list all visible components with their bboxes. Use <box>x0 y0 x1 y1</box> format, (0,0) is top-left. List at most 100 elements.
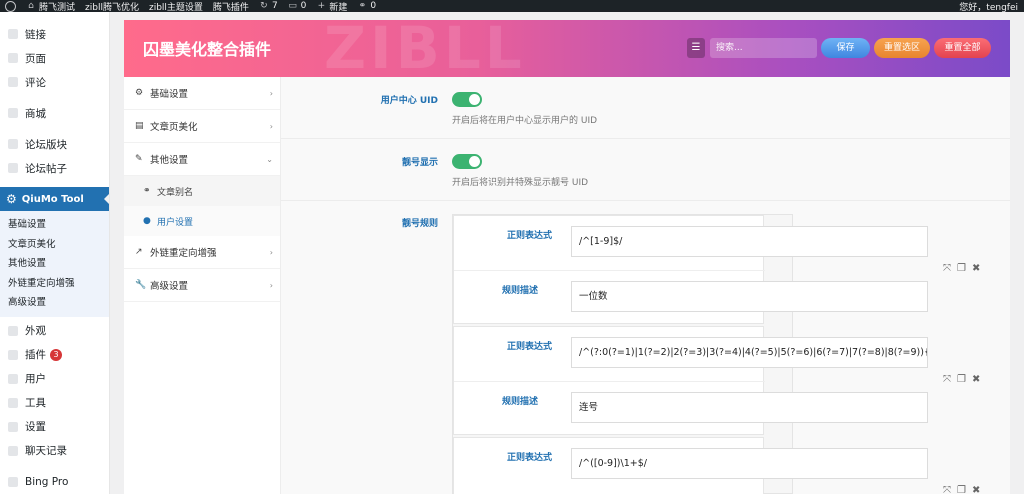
nav-item-article[interactable]: ▤ 文章页美化 › <box>124 110 280 143</box>
sidebar-item-plugins[interactable]: 插件 3 <box>0 343 109 367</box>
wrench-icon <box>8 397 18 408</box>
sidebar-item-qiumo-tool[interactable]: ⚙ QiuMo Tool <box>0 187 109 211</box>
nav-sub-item-user[interactable]: ● 用户设置 <box>124 206 280 236</box>
comment-icon: ▭ <box>288 0 297 11</box>
submenu-item-basic[interactable]: 基础设置 <box>0 215 109 235</box>
sidebar-item-pages[interactable]: 页面 <box>0 46 109 70</box>
file-icon: ▤ <box>135 121 144 131</box>
adminbar-link-optimize[interactable]: zibll腾飞优化 <box>80 0 144 13</box>
refresh-icon: ↻ <box>260 0 268 11</box>
nav-item-other[interactable]: ✎ 其他设置 ⌄ <box>124 143 280 176</box>
desc-input[interactable]: 一位数 <box>571 281 928 312</box>
close-icon[interactable]: ✖ <box>972 263 980 274</box>
nav-sub-item-slug[interactable]: ⚭ 文章别名 <box>124 176 280 206</box>
sidebar-item-settings[interactable]: 设置 <box>0 415 109 439</box>
sidebar-item-tools[interactable]: 工具 <box>0 391 109 415</box>
close-icon[interactable]: ✖ <box>972 374 980 385</box>
field-description: 开启后将在用户中心显示用户的 UID <box>452 116 598 126</box>
submenu-item-redirect[interactable]: 外链重定向增强 <box>0 274 109 294</box>
save-button[interactable]: 保存 <box>821 38 870 58</box>
sidebar-item-forum-posts[interactable]: 论坛帖子 <box>0 156 109 180</box>
nice-number-toggle[interactable] <box>452 154 482 169</box>
rules-repeater: 正则表达式 /^[1-9]$/ 规则描述 一位数 正则表达式 /^(?:0(?=… <box>452 214 980 494</box>
external-icon: ↗ <box>135 247 143 257</box>
new-content-link[interactable]: + 新建 <box>311 0 352 13</box>
copy-icon[interactable]: ❐ <box>957 485 966 494</box>
sidebar-item-shop[interactable]: 商城 <box>0 101 109 125</box>
submenu-item-other[interactable]: 其他设置 <box>0 254 109 274</box>
sidebar-item-users[interactable]: 用户 <box>0 367 109 391</box>
regex-input[interactable]: /^(?:0(?=1)|1(?=2)|2(?=3)|3(?=4)|4(?=5)|… <box>571 337 928 368</box>
plus-icon: + <box>317 0 326 11</box>
settings-nav: ⚙ 基础设置 › ▤ 文章页美化 › ✎ 其他设置 ⌄ ⚭ 文章别名 ● 用户设置 ↗ 外链重定向… <box>124 77 281 494</box>
desc-input[interactable]: 连号 <box>571 392 928 423</box>
adminbar-link-theme-settings[interactable]: zibll主题设置 <box>144 0 208 13</box>
user-greeting[interactable]: 您好，tengfei <box>954 0 1024 13</box>
brush-icon <box>8 325 18 336</box>
regex-label: 正则表达式 <box>506 231 552 241</box>
field-user-uid: 用户中心 UID 开启后将在用户中心显示用户的 UID <box>281 77 1010 139</box>
page-title: 囚墨美化整合插件 <box>143 40 272 59</box>
settings-panel: ZIBLL 囚墨美化整合插件 ☰ 保存 重置选区 重置全部 ⚙基础设置› ▤文章… <box>124 20 1010 494</box>
plugin-icon <box>8 349 18 360</box>
site-name-link[interactable]: ⌂ 腾飞测试 <box>21 0 80 13</box>
forum-icon <box>8 139 18 149</box>
search-input[interactable] <box>710 38 817 58</box>
submenu-item-advanced[interactable]: 高级设置 <box>0 293 109 313</box>
sidebar-item-comments[interactable]: 评论 <box>0 70 109 94</box>
nav-item-redirect[interactable]: ↗ 外链重定向增强 › <box>124 236 280 269</box>
regex-input[interactable]: /^[1-9]$/ <box>571 226 928 257</box>
field-label: 靓号规则 <box>401 219 438 229</box>
field-nice-number: 靓号显示 开启后将识别并特殊显示靓号 UID <box>281 139 1010 201</box>
sidebar-item-forum-boards[interactable]: 论坛版块 <box>0 132 109 156</box>
admin-sidebar: 链接 页面 评论 商城 论坛版块 论坛帖子 ⚙ QiuMo Tool 基础设置 文… <box>0 12 110 494</box>
qiumo-submenu: 基础设置 文章页美化 其他设置 外链重定向增强 高级设置 <box>0 211 109 317</box>
chevron-right-icon: › <box>269 247 273 257</box>
link-icon <box>8 29 18 39</box>
move-icon[interactable]: ⤧ <box>943 485 951 494</box>
copy-icon[interactable]: ❐ <box>957 263 966 274</box>
rule-item: 正则表达式 /^([0-9])\1+$/ <box>453 437 928 494</box>
reset-section-button[interactable]: 重置选区 <box>874 38 930 58</box>
copy-icon[interactable]: ❐ <box>957 374 966 385</box>
chevron-down-icon: ⌄ <box>266 154 273 164</box>
field-description: 开启后将识别并特殊显示靓号 UID <box>452 178 589 188</box>
nav-item-advanced[interactable]: 🔧 高级设置 › <box>124 269 280 302</box>
nav-item-basic[interactable]: ⚙ 基础设置 › <box>124 77 280 110</box>
sidebar-item-links[interactable]: 链接 <box>0 22 109 46</box>
regex-row: 正则表达式 /^([0-9])\1+$/ <box>454 438 928 493</box>
reset-all-button[interactable]: 重置全部 <box>934 38 991 58</box>
sidebar-item-chat-log[interactable]: 聊天记录 <box>0 439 109 463</box>
plugins-update-badge: 3 <box>50 348 62 361</box>
uid-toggle[interactable] <box>452 92 482 107</box>
regex-row: 正则表达式 /^[1-9]$/ <box>454 216 928 271</box>
wp-logo-menu[interactable] <box>0 0 21 12</box>
move-icon[interactable]: ⤧ <box>943 374 951 385</box>
move-icon[interactable]: ⤧ <box>943 263 951 274</box>
rule-tools: ⤧ ❐ ✖ <box>943 263 980 274</box>
adminbar-link-plugins[interactable]: 腾飞插件 <box>208 0 254 13</box>
comments-link[interactable]: ▭ 0 <box>283 0 312 12</box>
post-icon <box>8 163 18 173</box>
gear-icon: ⚙ <box>6 192 17 206</box>
updates-link[interactable]: ↻ 7 <box>254 0 283 12</box>
chevron-right-icon: › <box>269 121 273 131</box>
desc-row: 规则描述 连号 <box>454 381 928 436</box>
sidebar-item-bing-pro[interactable]: Bing Pro <box>0 470 109 494</box>
close-icon[interactable]: ✖ <box>972 485 980 494</box>
sidebar-item-appearance[interactable]: 外观 <box>0 319 109 343</box>
link-icon: ⚭ <box>358 0 367 11</box>
field-label: 用户中心 UID <box>380 96 438 106</box>
chevron-right-icon: › <box>269 280 273 290</box>
panel-header: ZIBLL 囚墨美化整合插件 ☰ 保存 重置选区 重置全部 <box>124 20 1010 77</box>
desc-label: 规则描述 <box>501 397 538 407</box>
regex-label: 正则表达式 <box>506 453 552 463</box>
expand-all-icon[interactable]: ☰ <box>687 38 705 58</box>
submenu-item-article[interactable]: 文章页美化 <box>0 235 109 255</box>
link-icon: ⚭ <box>143 186 151 196</box>
regex-input[interactable]: /^([0-9])\1+$/ <box>571 448 928 479</box>
links-link[interactable]: ⚭ 0 <box>352 0 381 12</box>
regex-label: 正则表达式 <box>506 342 552 352</box>
user-icon <box>8 373 18 384</box>
field-nice-rules: 靓号规则 正则表达式 /^[1-9]$/ 规则描述 一位数 正则表达式 /^(?… <box>281 201 1010 494</box>
